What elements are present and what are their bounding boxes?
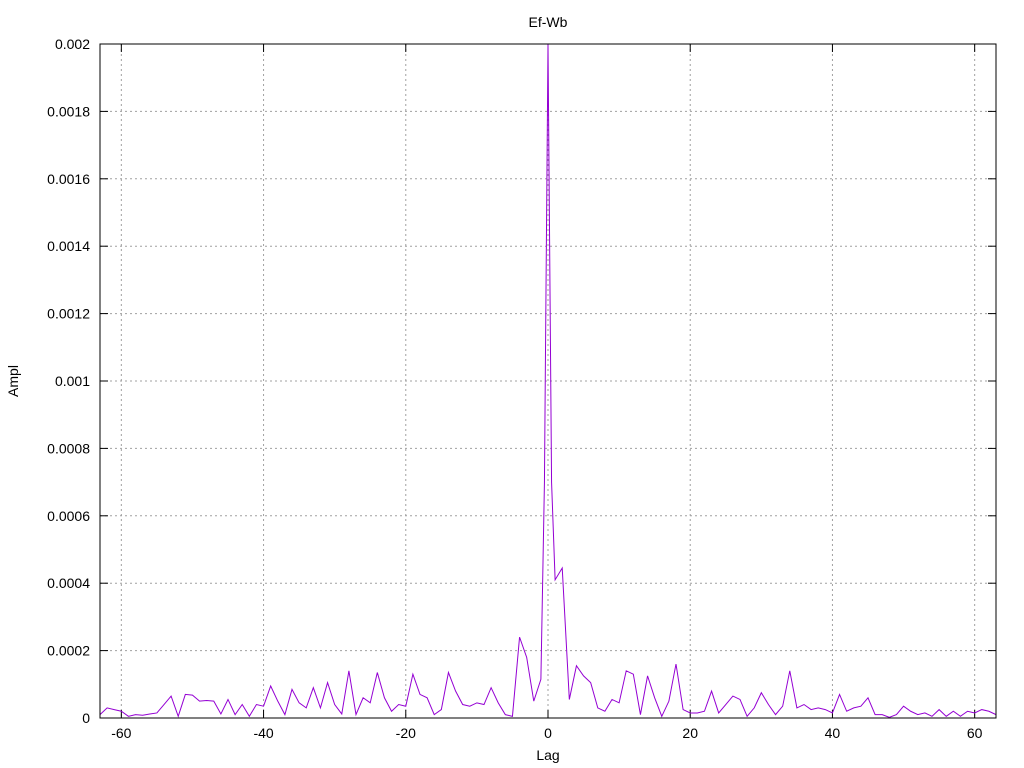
x-tick-label: 0 — [544, 725, 552, 741]
line-chart: Ef-Wb 0 0.0002 0.0004 0.0006 0.0008 0.001 0.00… — [5, 14, 997, 763]
grid-lines — [100, 43, 996, 719]
x-tick-label: -60 — [111, 725, 131, 741]
y-tick-label: 0.0004 — [47, 575, 90, 591]
x-tick-label: 40 — [825, 725, 841, 741]
y-tick-label: 0.0008 — [47, 440, 90, 456]
y-tick-labels: 0 0.0002 0.0004 0.0006 0.0008 0.001 0.0012 0.00… — [47, 36, 90, 726]
x-axis-label: Lag — [536, 747, 559, 763]
chart-title: Ef-Wb — [529, 14, 568, 30]
x-tick-label: 60 — [967, 725, 983, 741]
y-tick-label: 0.001 — [55, 373, 90, 389]
y-tick-label: 0.002 — [55, 36, 90, 52]
y-tick-label: 0.0012 — [47, 306, 90, 322]
x-tick-label: 20 — [682, 725, 698, 741]
y-tick-label: 0.0002 — [47, 643, 90, 659]
y-tick-label: 0 — [82, 710, 90, 726]
x-tick-labels: -60 -40 -20 0 20 40 60 — [111, 725, 982, 741]
x-tick-label: -40 — [253, 725, 273, 741]
y-tick-label: 0.0006 — [47, 508, 90, 524]
y-tick-label: 0.0016 — [47, 171, 90, 187]
x-tick-label: -20 — [396, 725, 416, 741]
y-axis-label: Ampl — [5, 365, 21, 397]
y-tick-label: 0.0014 — [47, 238, 90, 254]
y-tick-label: 0.0018 — [47, 103, 90, 119]
